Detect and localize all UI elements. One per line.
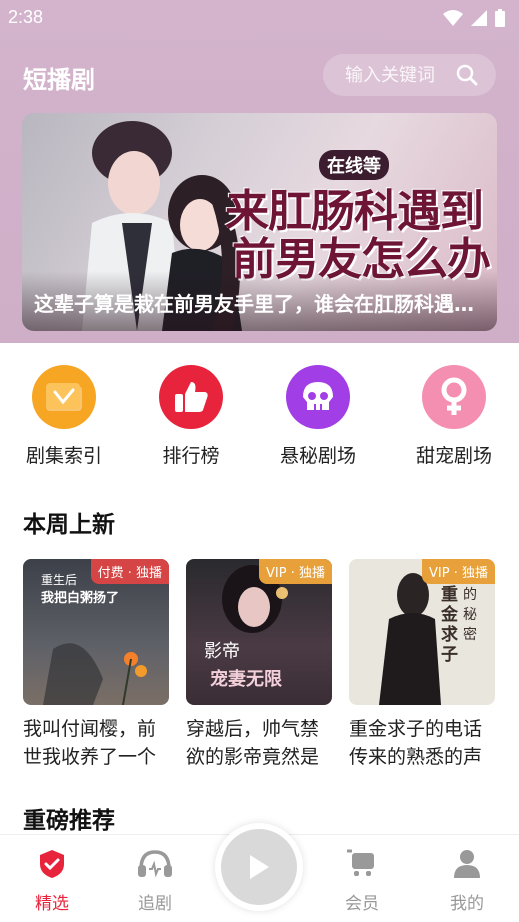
wifi-icon [443, 10, 463, 26]
cover-text-main: 重金求子 [441, 585, 458, 665]
drama-card[interactable]: 重生后 我把白粥扬了 付费 · 独播 我叫付闻樱，前世我收养了一个孩子 [23, 559, 169, 771]
category-label: 甜宠剧场 [415, 445, 492, 467]
drama-card[interactable]: 重金求子 的秘密 VIP · 独播 重金求子的电话传来的熟悉的声音 [349, 559, 495, 771]
tab-label: 追剧 [138, 894, 172, 914]
tab-label: 精选 [35, 894, 69, 914]
banner-caption: 这辈子算是栽在前男友手里了，谁会在肛肠科遇到前男友啊 [34, 292, 484, 316]
category-row: 剧集索引 排行榜 悬秘剧场 甜宠剧场 [0, 365, 519, 468]
play-button[interactable] [215, 823, 303, 911]
cover-text-small: 的秘密 [463, 587, 477, 643]
signal-icon [471, 10, 487, 26]
shield-check-icon [40, 850, 64, 878]
cover-text-small: 重生后 [41, 573, 78, 587]
play-icon [250, 855, 269, 879]
search-box[interactable] [323, 54, 496, 96]
cart-icon [347, 849, 374, 876]
category-label: 剧集索引 [25, 445, 102, 467]
card-badge: VIP · 独播 [422, 559, 495, 584]
status-bar: 2:38 [0, 0, 519, 36]
status-icons [443, 9, 505, 27]
page-title: 短播剧 [23, 66, 95, 94]
card-cover: 重生后 我把白粥扬了 付费 · 独播 [23, 559, 169, 705]
tab-label: 我的 [450, 894, 484, 914]
banner[interactable]: 在线等 来肛肠科遇到 前男友怎么办 这辈子算是栽在前男友手里了，谁会在肛肠科遇到… [22, 113, 497, 331]
headphones-icon [138, 850, 172, 878]
card-cover: 影帝 宠妻无限 VIP · 独播 [186, 559, 332, 705]
category-ranking[interactable]: 排行榜 [136, 365, 246, 468]
card-badge: 付费 · 独播 [90, 559, 169, 584]
category-mystery[interactable]: 悬秘剧场 [263, 365, 373, 468]
category-episode-index[interactable]: 剧集索引 [9, 365, 119, 468]
status-time: 2:38 [8, 7, 44, 27]
category-label: 排行榜 [162, 445, 220, 467]
battery-icon [495, 9, 505, 27]
tab-featured[interactable]: 精选 [12, 849, 92, 914]
section-title-featured: 重磅推荐 [23, 808, 115, 834]
card-badge: VIP · 独播 [259, 559, 332, 584]
tab-profile[interactable]: 我的 [427, 849, 507, 914]
thumbs-up-icon [159, 365, 223, 429]
tab-vip[interactable]: 会员 [322, 849, 402, 914]
cover-text-main: 宠妻无限 [210, 669, 282, 690]
tab-following[interactable]: 追剧 [115, 849, 195, 914]
card-title: 穿越后，帅气禁欲的影帝竟然是我老公 [186, 718, 320, 768]
search-input[interactable] [345, 64, 445, 86]
card-title: 重金求子的电话传来的熟悉的声音 [349, 718, 483, 768]
play-button-inner [221, 829, 297, 905]
card-cover: 重金求子 的秘密 VIP · 独播 [349, 559, 495, 705]
category-romance[interactable]: 甜宠剧场 [399, 365, 509, 468]
tab-label: 会员 [345, 894, 379, 914]
cover-text-small: 影帝 [204, 641, 240, 662]
female-icon [422, 365, 486, 429]
section-title-new: 本周上新 [23, 512, 115, 538]
drama-card[interactable]: 影帝 宠妻无限 VIP · 独播 穿越后，帅气禁欲的影帝竟然是我老公 [186, 559, 332, 771]
skull-icon [286, 365, 350, 429]
card-title: 我叫付闻樱，前世我收养了一个孩子 [23, 718, 157, 768]
category-label: 悬秘剧场 [279, 445, 356, 467]
cover-text-main: 我把白粥扬了 [41, 591, 120, 606]
person-icon [454, 850, 480, 878]
folder-icon [32, 365, 96, 429]
search-icon[interactable] [456, 64, 478, 86]
